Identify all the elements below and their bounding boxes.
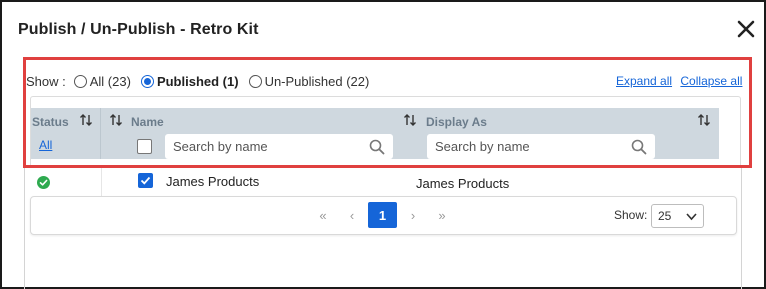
chevron-down-icon <box>686 213 697 221</box>
current-page-button[interactable]: 1 <box>368 202 397 228</box>
next-page-button[interactable]: › <box>402 204 424 226</box>
page-size-label: Show: <box>614 208 648 222</box>
published-status-icon <box>37 176 50 189</box>
checkmark-icon <box>140 176 151 185</box>
row-divider <box>101 168 102 196</box>
close-button[interactable] <box>735 17 757 41</box>
row-display-as: James Products <box>416 176 510 191</box>
page-size-select[interactable]: 25 <box>651 204 704 228</box>
highlight-box <box>23 57 752 168</box>
last-page-button[interactable]: » <box>431 204 453 226</box>
dialog-title: Publish / Un-Publish - Retro Kit <box>18 21 259 38</box>
row-name: James Products <box>166 174 260 189</box>
row-checkbox[interactable] <box>138 173 153 188</box>
panel-right-border <box>741 168 742 289</box>
first-page-button[interactable]: « <box>312 204 334 226</box>
close-icon <box>737 20 755 38</box>
prev-page-button[interactable]: ‹ <box>341 204 363 226</box>
panel-left-border <box>24 168 25 289</box>
page-size-value: 25 <box>658 209 672 223</box>
